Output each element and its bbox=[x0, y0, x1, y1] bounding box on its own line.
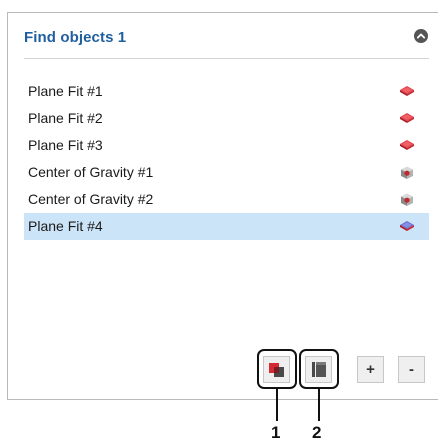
collapse-button[interactable] bbox=[414, 29, 428, 43]
list-item[interactable]: Center of Gravity #1 bbox=[24, 159, 429, 186]
list-item[interactable]: Center of Gravity #2 bbox=[24, 186, 429, 213]
chevron-up-icon bbox=[416, 33, 426, 39]
panel-header: Find objects 1 bbox=[8, 13, 439, 59]
panel-title: Find objects 1 bbox=[24, 29, 127, 46]
callout-ring-1 bbox=[257, 349, 297, 389]
list-item-label: Plane Fit #3 bbox=[28, 137, 103, 153]
list-item[interactable]: Plane Fit #2 bbox=[24, 105, 429, 132]
screenshot-stage: Find objects 1 Plane Fit #1 Plane Fit #2 bbox=[0, 0, 440, 446]
plane-fit-icon bbox=[400, 140, 414, 150]
add-button[interactable]: + bbox=[357, 356, 384, 383]
plane-fit-icon bbox=[400, 86, 414, 96]
plane-fit-icon bbox=[400, 221, 414, 231]
list-item-label: Center of Gravity #1 bbox=[28, 164, 154, 180]
callout-number-1: 1 bbox=[271, 423, 281, 442]
list-item[interactable]: Plane Fit #1 bbox=[24, 78, 429, 105]
callout-number-2: 2 bbox=[312, 423, 322, 442]
center-of-gravity-icon bbox=[401, 166, 413, 179]
list-item-label: Center of Gravity #2 bbox=[28, 191, 154, 207]
add-button-label: + bbox=[366, 361, 375, 378]
remove-button[interactable]: - bbox=[398, 356, 425, 383]
list-item-selected[interactable]: Plane Fit #4 bbox=[24, 213, 429, 240]
list-item[interactable]: Plane Fit #3 bbox=[24, 132, 429, 159]
callout-leader-2 bbox=[318, 389, 320, 421]
list-item-label: Plane Fit #2 bbox=[28, 110, 103, 126]
header-divider bbox=[24, 58, 429, 59]
list-item-label: Plane Fit #1 bbox=[28, 83, 103, 99]
remove-button-label: - bbox=[409, 361, 414, 378]
find-objects-panel: Find objects 1 Plane Fit #1 Plane Fit #2 bbox=[7, 12, 438, 400]
callout-ring-2 bbox=[299, 349, 339, 389]
center-of-gravity-icon bbox=[401, 193, 413, 206]
callout-leader-1 bbox=[276, 389, 278, 421]
plane-fit-icon bbox=[400, 113, 414, 123]
list-item-label: Plane Fit #4 bbox=[28, 218, 103, 234]
object-list: Plane Fit #1 Plane Fit #2 Plane Fit #3 C… bbox=[24, 78, 429, 240]
